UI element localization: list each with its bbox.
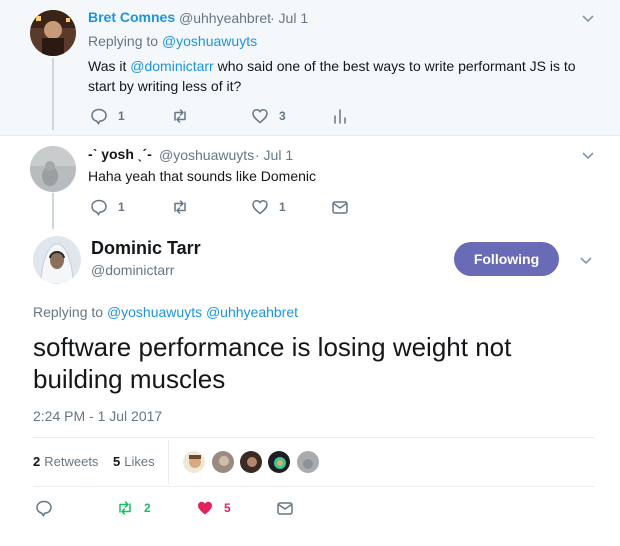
avatar[interactable] (33, 236, 81, 284)
retweet-icon (119, 501, 131, 515)
avatar[interactable] (239, 450, 263, 474)
analytics-icon (334, 109, 346, 124)
direct-message-button[interactable] (331, 197, 349, 217)
tweet-text-line2: start by writing less of it? (88, 78, 242, 94)
like-count: 5 (224, 501, 231, 515)
author-handle[interactable]: @yoshuawuyts (159, 147, 254, 163)
author-name[interactable]: Dominic Tarr (91, 238, 201, 259)
avatar[interactable] (30, 10, 76, 56)
avatar[interactable] (296, 450, 320, 474)
like-button[interactable]: 5 (196, 498, 231, 518)
direct-message-icon (277, 502, 293, 515)
retweet-button[interactable] (171, 106, 189, 126)
reply-icon (91, 199, 107, 216)
avatar[interactable] (30, 146, 76, 192)
reply-count: 1 (118, 109, 125, 123)
replying-to-mention[interactable]: @yoshuawuyts @uhhyeahbret (107, 304, 298, 320)
reply-button[interactable] (35, 498, 53, 518)
author-handle[interactable]: @uhhyeahbret (179, 10, 271, 26)
heart-icon (252, 108, 268, 124)
tweet-timestamp[interactable]: 2:24 PM - 1 Jul 2017 (33, 408, 162, 424)
reply-icon (36, 500, 52, 517)
tweet-text-part: who said one of the best ways to write p… (213, 58, 576, 74)
retweet-label: Retweets (44, 454, 99, 469)
mention-link[interactable]: @dominictarr (130, 58, 213, 74)
like-count: 1 (279, 200, 286, 214)
retweet-count: 2 (144, 501, 151, 515)
avatar[interactable] (267, 450, 291, 474)
replying-to: Replying to @yoshuawuyts @uhhyeahbret (33, 304, 298, 320)
direct-message-icon (332, 201, 348, 214)
replying-to-mention[interactable]: @yoshuawuyts (162, 33, 257, 49)
like-label: Likes (124, 454, 155, 469)
likes-stat[interactable]: 5 Likes (113, 454, 155, 469)
avatar[interactable] (182, 450, 206, 474)
retweets-stat[interactable]: 2 Retweets (33, 454, 98, 469)
tweet-text: software performance is losing weight no… (33, 332, 512, 394)
retweet-button[interactable] (171, 197, 189, 217)
avatar[interactable] (211, 450, 235, 474)
chevron-down-icon[interactable] (580, 147, 596, 163)
like-button[interactable]: 3 (251, 106, 286, 126)
chevron-down-icon[interactable] (578, 252, 594, 268)
tweet-text-part: Was it (88, 58, 131, 74)
reply-count: 1 (118, 200, 125, 214)
heart-icon (252, 199, 268, 215)
heart-icon (198, 501, 212, 515)
replying-to-label: Replying to (33, 304, 104, 320)
direct-message-button[interactable] (276, 498, 294, 518)
following-button[interactable]: Following (454, 242, 559, 276)
analytics-button[interactable] (331, 106, 349, 126)
author-name[interactable]: Bret Comnes (88, 9, 175, 25)
thread-line (52, 58, 54, 130)
author-name[interactable]: -ˋ yosh ˎ´- (88, 146, 152, 162)
author-handle[interactable]: @dominictarr (91, 262, 174, 278)
retweet-button[interactable]: 2 (116, 498, 151, 518)
retweet-count: 2 (33, 454, 41, 469)
ancestor-divider (0, 135, 620, 136)
reply-button[interactable]: 1 (90, 106, 125, 126)
reply-icon (91, 108, 107, 125)
stats-divider (33, 437, 594, 438)
thread-line (52, 193, 54, 229)
tweet-date[interactable]: · Jul 1 (255, 147, 293, 163)
like-button[interactable]: 1 (251, 197, 286, 217)
replying-to: Replying to @yoshuawuyts (88, 33, 257, 49)
reply-button[interactable]: 1 (90, 197, 125, 217)
tweet-date[interactable]: · Jul 1 (270, 10, 308, 26)
retweet-icon (174, 109, 186, 123)
retweet-icon (174, 200, 186, 214)
stats-separator (168, 440, 169, 484)
chevron-down-icon[interactable] (580, 10, 596, 26)
like-count: 5 (113, 454, 121, 469)
tweet-text: Haha yeah that sounds like Domenic (88, 168, 317, 184)
tweet-text: Was it @dominictarr who said one of the … (88, 56, 576, 76)
actions-divider (33, 486, 594, 487)
replying-to-label: Replying to (88, 33, 159, 49)
like-count: 3 (279, 109, 286, 123)
